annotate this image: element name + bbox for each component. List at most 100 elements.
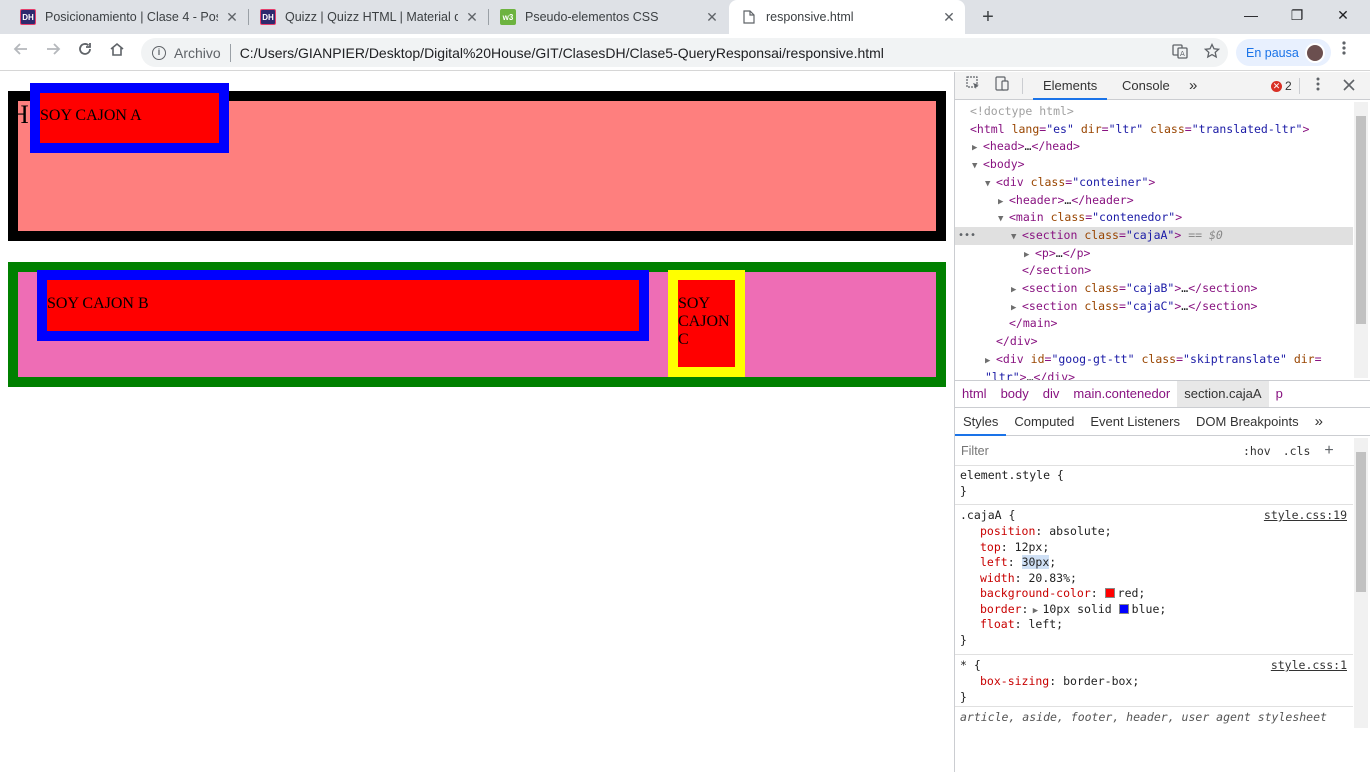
crumb-section[interactable]: section.cajaA [1177, 381, 1269, 407]
dom-node-div-close[interactable]: </div> [955, 333, 1353, 351]
file-icon [741, 9, 757, 25]
close-tab-icon[interactable]: ✕ [704, 9, 720, 26]
styles-subtabs: Styles Computed Event Listeners DOM Brea… [955, 408, 1370, 436]
tab-responsive[interactable]: responsive.html ✕ [729, 0, 965, 34]
reload-button[interactable] [73, 40, 97, 64]
home-button[interactable] [105, 40, 129, 64]
decl-float[interactable]: float: left; [980, 617, 1063, 633]
dom-node-header[interactable]: ▶ <header>…</header> [955, 192, 1353, 210]
crumb-html[interactable]: html [955, 381, 994, 407]
dom-node-goog-gt[interactable]: ▶ <div id="goog-gt-tt" class="skiptransla… [955, 351, 1353, 369]
tab-title: Posicionamiento | Clase 4 - Posic [45, 10, 218, 24]
dom-node-main-close[interactable]: </main> [955, 315, 1353, 333]
forward-button[interactable] [41, 40, 65, 64]
dom-node-body[interactable]: ▼ <body> [955, 156, 1353, 174]
tab-console[interactable]: Console [1112, 72, 1180, 100]
decl-left[interactable]: left: 30px; [980, 555, 1056, 571]
inspect-element-icon[interactable] [963, 76, 983, 96]
back-button[interactable] [9, 40, 33, 64]
universal-rule[interactable]: * { style.css:1 box-sizing: border-box; … [955, 655, 1353, 707]
close-tab-icon[interactable]: ✕ [941, 9, 957, 26]
dom-node-section-cajaC[interactable]: ▶ <section class="cajaC">…</section> [955, 298, 1353, 316]
rule-source-link[interactable]: style.css:19 [1264, 508, 1347, 522]
scheme-label: Archivo [174, 44, 221, 61]
rule-source-link[interactable]: style.css:1 [1271, 658, 1347, 672]
tab-event-listeners[interactable]: Event Listeners [1082, 408, 1188, 436]
bookmark-star-icon[interactable] [1203, 42, 1221, 63]
editing-value[interactable]: 30px [1021, 555, 1050, 569]
element-style-rule[interactable]: element.style { } [955, 466, 1353, 505]
dom-node-main[interactable]: ▼ <main class="contenedor"> [955, 209, 1353, 227]
cls-toggle[interactable]: .cls [1283, 444, 1311, 458]
new-style-rule-button[interactable]: + [1324, 442, 1333, 460]
decl-box-sizing[interactable]: box-sizing: border-box; [980, 674, 1139, 690]
browser-toolbar: i Archivo C:/Users/GIANPIER/Desktop/Digi… [0, 34, 1370, 71]
color-swatch-red[interactable] [1104, 588, 1115, 598]
translate-icon[interactable]: A [1172, 43, 1188, 63]
more-tabs-icon[interactable]: » [1179, 72, 1207, 100]
dom-node-section-cajaB[interactable]: ▶ <section class="cajaB">…</section> [955, 280, 1353, 298]
styles-pane: element.style { } .cajaA { style.css:19 … [955, 466, 1353, 728]
tab-dom-breakpoints[interactable]: DOM Breakpoints [1188, 408, 1307, 436]
restore-button[interactable]: ❐ [1274, 0, 1320, 30]
caja-b: SOY CAJON B [37, 270, 649, 341]
styles-scrollbar-thumb[interactable] [1356, 452, 1366, 592]
caja-c-text: SOY CAJON C [678, 295, 730, 348]
decl-background-color[interactable]: background-color: red; [980, 586, 1145, 602]
minimize-button[interactable]: — [1228, 0, 1274, 30]
decl-border[interactable]: border: ▶ 10px solid blue; [980, 602, 1166, 618]
element-style-selector: element.style { [960, 468, 1064, 482]
kebab-menu-icon [1342, 41, 1346, 55]
crumb-div[interactable]: div [1036, 381, 1067, 407]
dom-node-goog-gt-cont[interactable]: "ltr">…</div> [955, 369, 1353, 381]
node-actions-icon[interactable]: ••• [958, 227, 976, 245]
tab-posicionamiento[interactable]: DH Posicionamiento | Clase 4 - Posic ✕ [8, 0, 248, 34]
tab-computed[interactable]: Computed [1006, 408, 1082, 436]
devtools-menu-icon[interactable] [1308, 76, 1328, 96]
dom-node-section-close[interactable]: </section> [955, 262, 1353, 280]
crumb-p[interactable]: p [1269, 381, 1290, 407]
close-tab-icon[interactable]: ✕ [464, 9, 480, 26]
dom-node-head[interactable]: ▶ <head>…</head> [955, 138, 1353, 156]
tab-elements[interactable]: Elements [1033, 72, 1108, 100]
hov-toggle[interactable]: :hov [1243, 444, 1271, 458]
close-tab-icon[interactable]: ✕ [224, 9, 240, 26]
styles-filter-row: :hov .cls + [955, 436, 1355, 466]
w3-favicon-icon: w3 [500, 9, 516, 25]
svg-text:A: A [1180, 50, 1185, 58]
tab-title: Pseudo-elementos CSS [525, 10, 659, 24]
new-tab-button[interactable]: + [976, 4, 1000, 30]
dom-node-section-cajaA[interactable]: ••• ▼ <section class="cajaA"> == $0 [955, 226, 1353, 245]
dom-tree: <!doctype html> <html lang="es" dir="ltr… [955, 100, 1353, 380]
url-text[interactable]: C:/Users/GIANPIER/Desktop/Digital%20Hous… [240, 45, 884, 61]
more-subtabs-icon[interactable]: » [1307, 408, 1331, 436]
dom-node-div-conteiner[interactable]: ▼ <div class="conteiner"> [955, 174, 1353, 192]
address-bar[interactable]: i Archivo C:/Users/GIANPIER/Desktop/Digi… [141, 38, 1228, 67]
decl-position[interactable]: position: absolute; [980, 524, 1112, 540]
styles-filter-input[interactable] [961, 440, 1231, 461]
dom-scrollbar-thumb[interactable] [1356, 116, 1366, 324]
dom-node-p[interactable]: ▶ <p>…</p> [955, 245, 1353, 263]
profile-paused-button[interactable]: En pausa [1236, 39, 1331, 66]
devtools-tabbar: Elements Console » ✕ 2 [955, 72, 1370, 100]
crumb-body[interactable]: body [994, 381, 1036, 407]
close-window-button[interactable]: ✕ [1320, 0, 1366, 30]
device-toolbar-icon[interactable] [992, 76, 1012, 96]
dom-node-doctype[interactable]: <!doctype html> [955, 103, 1353, 121]
tab-quizz[interactable]: DH Quizz | Quizz HTML | Material del ✕ [248, 0, 488, 34]
tab-pseudo-elementos[interactable]: w3 Pseudo-elementos CSS ✕ [488, 0, 728, 34]
decl-width[interactable]: width: 20.83%; [980, 571, 1077, 587]
error-counter[interactable]: ✕ 2 [1271, 79, 1292, 93]
home-icon [110, 42, 124, 56]
cajaA-rule[interactable]: .cajaA { style.css:19 position: absolute… [955, 505, 1353, 655]
browser-menu-button[interactable] [1334, 40, 1354, 64]
dom-node-html[interactable]: <html lang="es" dir="ltr" class="transla… [955, 121, 1353, 139]
close-devtools-icon[interactable] [1339, 76, 1359, 96]
tab-styles[interactable]: Styles [955, 408, 1007, 436]
user-agent-rule-header: article, aside, footer, header, user age… [960, 710, 1327, 724]
tab-title: responsive.html [766, 10, 854, 24]
color-swatch-blue[interactable] [1118, 603, 1129, 614]
decl-top[interactable]: top: 12px; [980, 540, 1049, 556]
crumb-main[interactable]: main.contenedor [1066, 381, 1177, 407]
info-icon[interactable]: i [152, 45, 166, 60]
